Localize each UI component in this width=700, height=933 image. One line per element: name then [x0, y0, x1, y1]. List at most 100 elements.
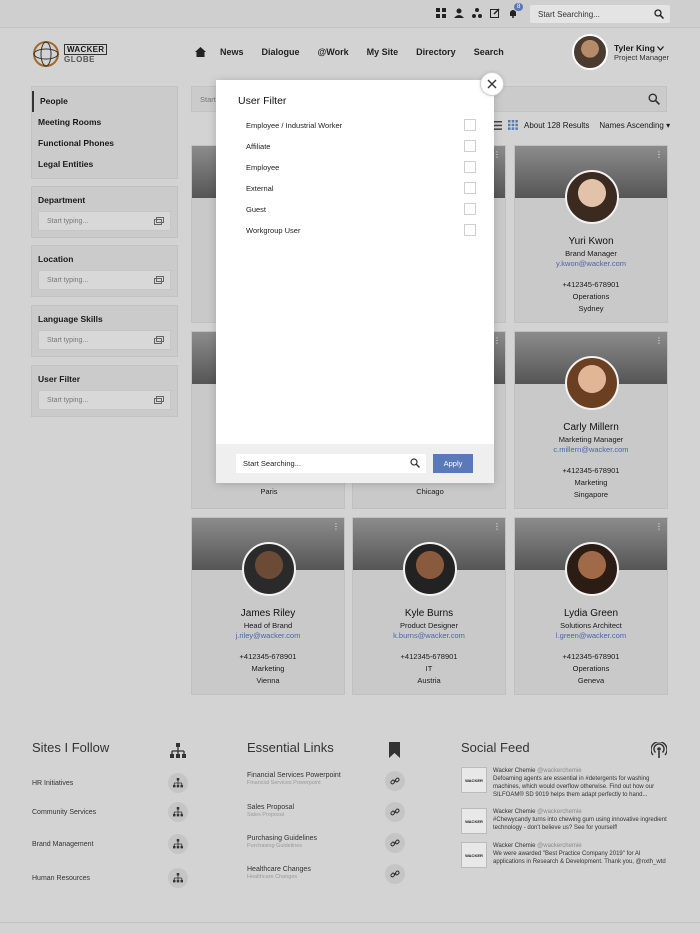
site-item[interactable]: Brand Management	[32, 841, 93, 848]
links-title: Essential Links	[247, 740, 334, 755]
person-email[interactable]: k.burns@wacker.com	[353, 631, 505, 640]
sitemap-icon[interactable]	[168, 834, 188, 854]
link-item[interactable]: Healthcare Changes Healthcare Changes	[247, 866, 311, 880]
copy-icon[interactable]	[154, 217, 164, 225]
user-menu[interactable]: Tyler King Project Manager	[572, 34, 669, 70]
checkbox[interactable]	[464, 203, 476, 215]
sidebar-item-people[interactable]: People	[32, 91, 177, 112]
link-icon[interactable]	[385, 864, 405, 884]
site-item[interactable]: HR Initiatives	[32, 780, 73, 787]
person-avatar	[565, 170, 619, 224]
chevron-down-icon[interactable]	[657, 45, 665, 51]
user-filter-input[interactable]: Start typing...	[38, 390, 171, 410]
feed-handle[interactable]: @wackerchemie	[537, 768, 581, 774]
filter-option-employee-industrial-worker[interactable]: Employee / Industrial Worker	[246, 118, 476, 132]
sidebar-item-legal-entities[interactable]: Legal Entities	[32, 154, 177, 175]
person-email[interactable]: c.millern@wacker.com	[515, 445, 667, 454]
link-item[interactable]: Sales Proposal Sales Proposal	[247, 804, 294, 818]
user-avatar[interactable]	[572, 34, 608, 70]
sitemap-icon	[170, 743, 186, 758]
feed-item[interactable]: WACKER Wacker Chemie @wackerchemie Defoam…	[461, 767, 671, 799]
search-icon[interactable]	[648, 93, 660, 105]
filter-option-affiliate[interactable]: Affiliate	[246, 139, 476, 153]
person-card[interactable]: ⋮ Yuri Kwon Brand Manager y.kwon@wacker.…	[514, 145, 668, 323]
more-icon[interactable]: ⋮	[655, 522, 663, 531]
grid-view-icon[interactable]	[508, 120, 518, 130]
windows-icon[interactable]	[436, 8, 446, 18]
checkbox[interactable]	[464, 224, 476, 236]
site-item[interactable]: Human Resources	[32, 875, 90, 882]
copy-icon[interactable]	[154, 396, 164, 404]
copy-icon[interactable]	[154, 336, 164, 344]
feed-item[interactable]: WACKER Wacker Chemie @wackerchemie #Chewy…	[461, 808, 671, 834]
person-card[interactable]: ⋮ Kyle Burns Product Designer k.burns@wa…	[352, 517, 506, 695]
more-icon[interactable]: ⋮	[493, 522, 501, 531]
person-name: Lydia Green	[563, 608, 619, 619]
nav-dialogue[interactable]: Dialogue	[262, 47, 300, 59]
checkbox[interactable]	[464, 182, 476, 194]
hierarchy-icon[interactable]	[472, 8, 482, 18]
nav-search[interactable]: Search	[474, 47, 504, 59]
nav-directory[interactable]: Directory	[416, 47, 456, 59]
department-input[interactable]: Start typing...	[38, 211, 171, 231]
link-item[interactable]: Financial Services Powerpoint Financial S…	[247, 772, 341, 786]
location-input[interactable]: Start typing...	[38, 270, 171, 290]
wacker-logo: WACKER	[461, 808, 487, 834]
link-item[interactable]: Purchasing Guidelines Purchasing Guidelin…	[247, 835, 317, 849]
filter-option-external[interactable]: External	[246, 181, 476, 195]
nav-news[interactable]: News	[220, 47, 244, 59]
sidebar-item-meeting-rooms[interactable]: Meeting Rooms	[32, 112, 177, 133]
more-icon[interactable]: ⋮	[655, 336, 663, 345]
close-button[interactable]	[480, 72, 504, 96]
user-icon[interactable]	[454, 8, 464, 18]
sort-dropdown[interactable]: Names Ascending ▾	[599, 121, 670, 130]
checkbox[interactable]	[464, 161, 476, 173]
global-search-input[interactable]: Start Searching...	[530, 5, 670, 23]
sites-i-follow: Sites I Follow HR Initiatives Community …	[32, 740, 232, 900]
edit-icon[interactable]	[490, 8, 500, 18]
person-city: Geneva	[577, 676, 605, 685]
feed-item[interactable]: WACKER Wacker Chemie @wackerchemie We wer…	[461, 842, 671, 868]
person-email[interactable]: l.green@wacker.com	[515, 631, 667, 640]
more-icon[interactable]: ⋮	[332, 522, 340, 531]
nav-home[interactable]	[195, 47, 206, 59]
checkbox[interactable]	[464, 140, 476, 152]
sitemap-icon[interactable]	[168, 802, 188, 822]
person-phone: +412345-678901	[562, 280, 620, 289]
checkbox[interactable]	[464, 119, 476, 131]
language-skills-input[interactable]: Start typing...	[38, 330, 171, 350]
brand-logo[interactable]: WACKER GLOBE	[32, 40, 108, 68]
feed-handle[interactable]: @wackerchemie	[537, 809, 581, 815]
copy-icon[interactable]	[154, 276, 164, 284]
sitemap-icon[interactable]	[168, 868, 188, 888]
filter-option-workgroup-user[interactable]: Workgroup User	[246, 223, 476, 237]
person-card[interactable]: ⋮ Lydia Green Solutions Architect l.gree…	[514, 517, 668, 695]
person-card[interactable]: ⋮ James Riley Head of Brand j.riley@wack…	[191, 517, 345, 695]
search-icon[interactable]	[654, 9, 664, 19]
filter-option-employee[interactable]: Employee	[246, 160, 476, 174]
more-icon[interactable]: ⋮	[493, 150, 501, 159]
link-icon[interactable]	[385, 771, 405, 791]
link-icon[interactable]	[385, 802, 405, 822]
apply-button[interactable]: Apply	[433, 454, 473, 473]
search-icon[interactable]	[410, 458, 420, 468]
user-role: Project Manager	[614, 52, 670, 62]
modal-search-input[interactable]: Start Searching...	[236, 454, 426, 473]
brand-sub: GLOBE	[64, 55, 95, 64]
nav-at-work[interactable]: @Work	[318, 47, 349, 59]
person-role: Head of Brand	[243, 621, 293, 630]
nav-my-site[interactable]: My Site	[367, 47, 399, 59]
sitemap-icon[interactable]	[168, 773, 188, 793]
filter-option-guest[interactable]: Guest	[246, 202, 476, 216]
person-email[interactable]: y.kwon@wacker.com	[515, 259, 667, 268]
more-icon[interactable]: ⋮	[655, 150, 663, 159]
close-icon[interactable]	[487, 79, 497, 89]
notifications[interactable]: 8	[508, 3, 524, 20]
site-item[interactable]: Community Services	[32, 809, 96, 816]
person-card[interactable]: ⋮ Carly Millern Marketing Manager c.mill…	[514, 331, 668, 509]
sidebar-item-functional-phones[interactable]: Functional Phones	[32, 133, 177, 154]
person-email[interactable]: j.riley@wacker.com	[192, 631, 344, 640]
feed-handle[interactable]: @wackerchemie	[537, 843, 581, 849]
more-icon[interactable]: ⋮	[493, 336, 501, 345]
link-icon[interactable]	[385, 833, 405, 853]
